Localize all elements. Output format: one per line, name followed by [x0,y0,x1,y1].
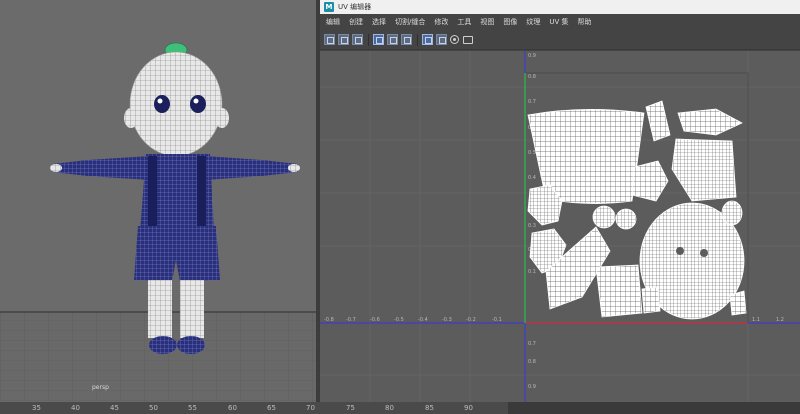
uv-shell-sleeve [645,100,671,142]
menu-modify[interactable]: 修改 [434,17,448,27]
timeline-tick: 45 [110,404,119,412]
uv-shell-misc [641,286,661,314]
menu-help[interactable]: 帮助 [578,17,592,27]
uv-editor-titlebar[interactable]: M UV 编辑器 [320,0,800,14]
character-wireframe [0,42,316,402]
svg-text:-0.1: -0.1 [492,317,502,323]
svg-text:0.8: 0.8 [528,359,536,365]
svg-text:0.4: 0.4 [528,175,536,181]
uv-layout: 0.9 0.8 0.7 0.6 0.5 0.4 0.3 0.2 0.1 0.7 … [320,51,800,402]
svg-text:-0.6: -0.6 [370,317,380,323]
maya-workspace: persp M UV 编辑器 编辑 创建 选择 切割/缝合 修改 工具 视图 图… [0,0,800,414]
uv-menubar: 编辑 创建 选择 切割/缝合 修改 工具 视图 图像 纹理 UV 集 帮助 [320,14,800,30]
uv-shell-collar [677,108,743,136]
svg-text:0.1: 0.1 [528,269,536,275]
timeline-tick: 60 [228,404,237,412]
checker-icon[interactable] [387,34,398,45]
timeline-tick: 75 [346,404,355,412]
uv-shell-misc-2 [729,290,747,316]
target-icon[interactable] [450,35,459,44]
svg-text:-0.8: -0.8 [324,317,334,323]
svg-text:-0.4: -0.4 [418,317,428,323]
perspective-viewport[interactable]: persp [0,0,316,402]
svg-text:0.3: 0.3 [528,223,536,229]
svg-text:0.7: 0.7 [528,99,536,105]
uv-shell-ear [631,160,669,202]
svg-text:0.5: 0.5 [528,150,536,156]
snapshot-icon[interactable] [463,35,473,44]
timeline-tick: 70 [306,404,315,412]
menu-cut-sew[interactable]: 切割/缝合 [395,17,425,27]
timeline-tick: 35 [32,404,41,412]
shaded-icon[interactable] [436,34,447,45]
uv-editor-window: M UV 编辑器 编辑 创建 选择 切割/缝合 修改 工具 视图 图像 纹理 U… [320,0,800,402]
grid-icon[interactable] [373,34,384,45]
uv-shell-leg [595,264,643,318]
menu-edit[interactable]: 编辑 [326,17,340,27]
uv-toggle-icon[interactable] [338,34,349,45]
timeline-tick: 90 [464,404,473,412]
uv-shell-eye-right [615,208,637,230]
svg-text:-0.7: -0.7 [346,317,356,323]
maya-logo-icon: M [324,2,334,12]
svg-text:-0.5: -0.5 [394,317,404,323]
menu-image[interactable]: 图像 [503,17,517,27]
timeline-tick: 80 [385,404,394,412]
menu-tools[interactable]: 工具 [457,17,471,27]
timeline-tick: 65 [267,404,276,412]
svg-text:0.9: 0.9 [528,384,536,390]
timeline-tick: 40 [71,404,80,412]
menu-create[interactable]: 创建 [349,17,363,27]
menu-select[interactable]: 选择 [372,17,386,27]
svg-text:0.7: 0.7 [528,341,536,347]
timeline-tick: 55 [188,404,197,412]
svg-text:0.8: 0.8 [528,74,536,80]
svg-text:-0.2: -0.2 [466,317,476,323]
timeline-tick: 50 [149,404,158,412]
camera-label: persp [92,384,109,391]
svg-text:0.9: 0.9 [528,53,536,59]
svg-text:1.1: 1.1 [752,317,760,323]
svg-text:1.2: 1.2 [776,317,784,323]
menu-uv-sets[interactable]: UV 集 [549,17,568,27]
uv-shell-icon[interactable] [324,34,335,45]
svg-text:-0.3: -0.3 [442,317,452,323]
toolbar-separator [417,33,418,46]
window-title: UV 编辑器 [338,3,372,11]
isolate-icon[interactable] [422,34,433,45]
uv-toolbar [320,30,800,50]
timeline-tick: 85 [425,404,434,412]
toolbar-separator [368,33,369,46]
uv-canvas[interactable]: 0.9 0.8 0.7 0.6 0.5 0.4 0.3 0.2 0.1 0.7 … [320,51,800,402]
uv-shell-eye-left [592,205,616,229]
menu-view[interactable]: 视图 [480,17,494,27]
menu-textures[interactable]: 纹理 [526,17,540,27]
uv-shell-ear-right [721,200,743,226]
uv-shell-face [671,138,737,202]
snap-icon[interactable] [401,34,412,45]
distribute-icon[interactable] [352,34,363,45]
timeline-ruler[interactable]: 35 40 45 50 55 60 65 70 75 80 85 90 [0,402,800,414]
